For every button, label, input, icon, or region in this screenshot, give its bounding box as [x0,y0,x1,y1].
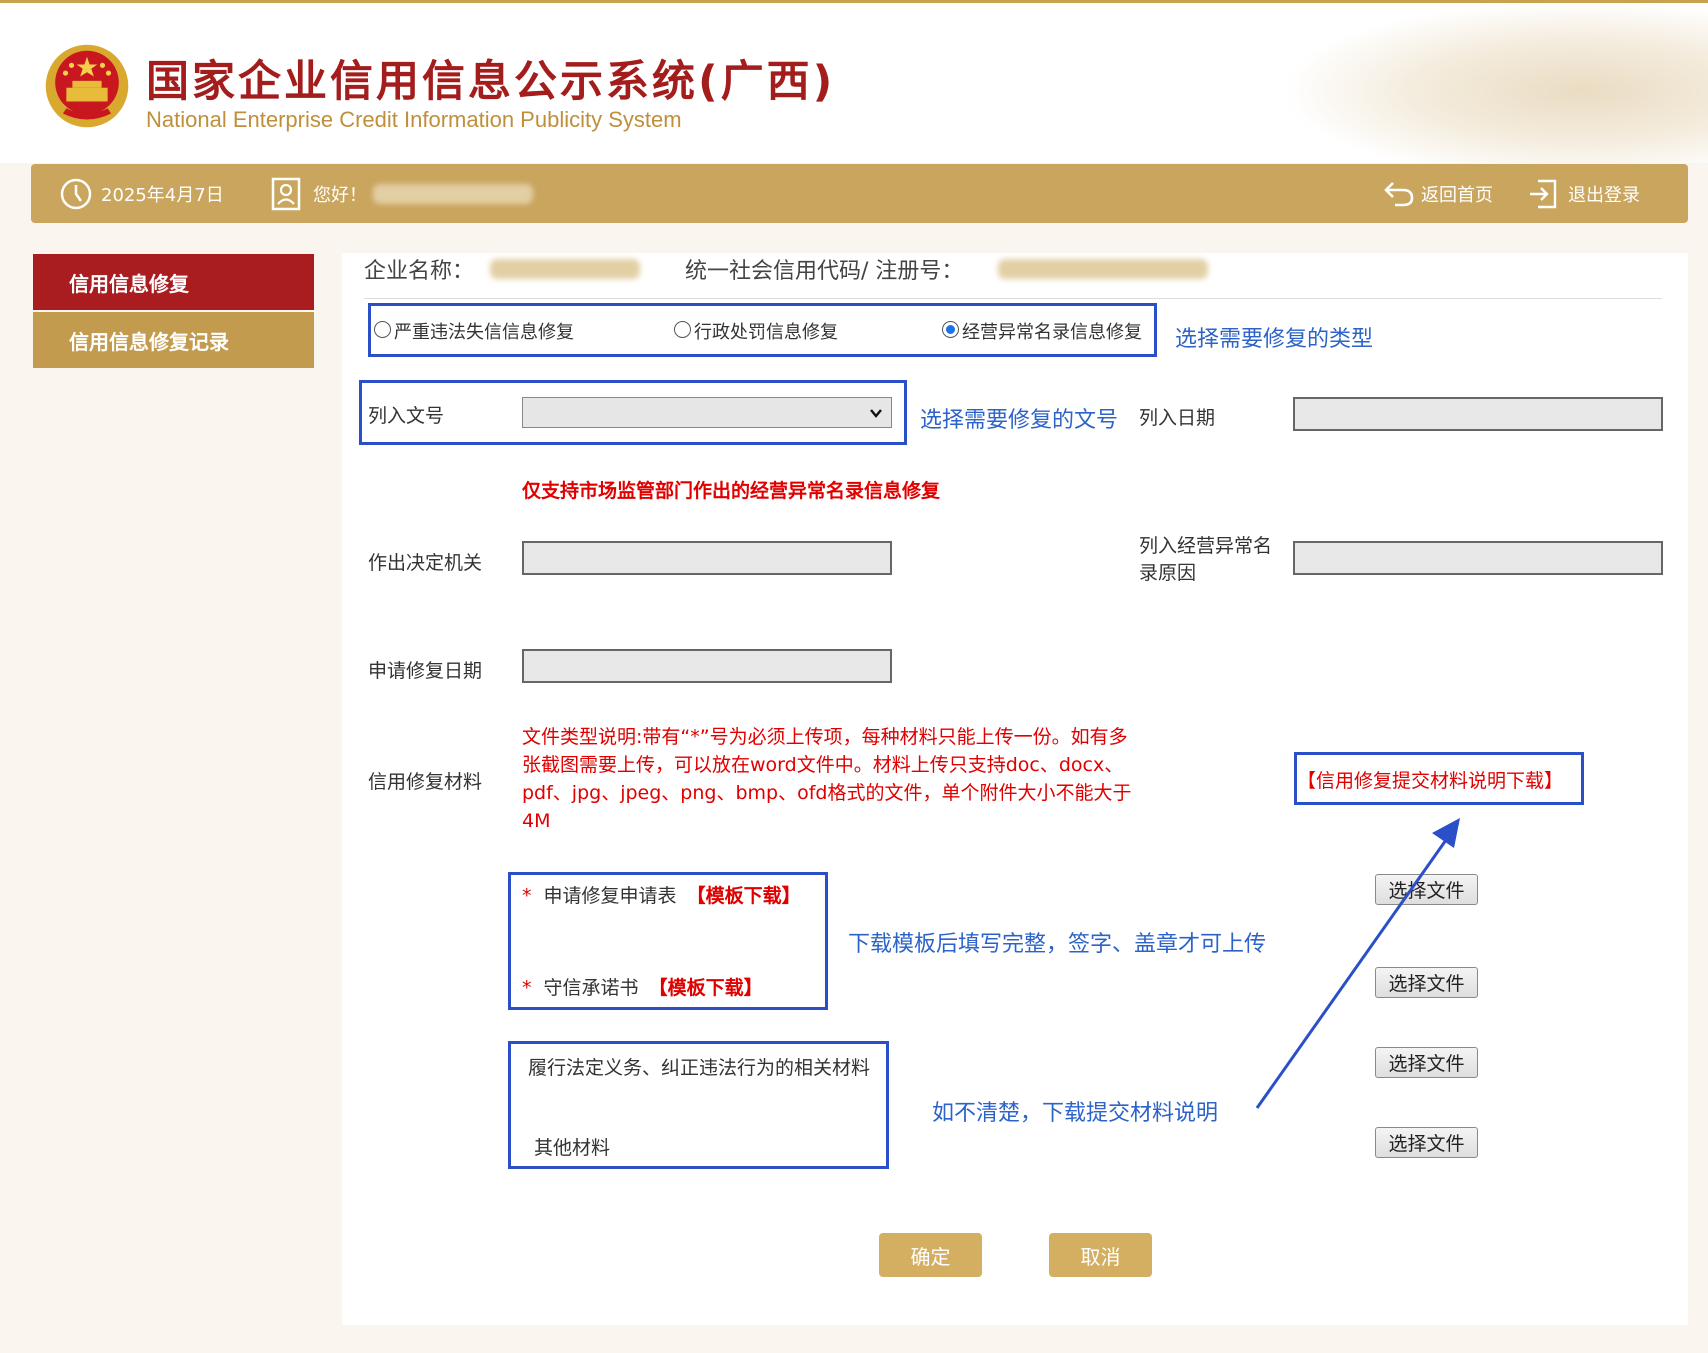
top-bar: 2025年4月7日 您好！ 返回首页 退出登录 [31,164,1688,223]
company-name-label: 企业名称： [364,259,475,284]
download-guide-link[interactable]: 【信用修复提交材料说明下载】 [1297,766,1563,793]
radio-serious-violation[interactable] [374,321,391,338]
divider [364,298,1662,299]
site-title: 国家企业信用信息公示系统(广西) [146,57,836,107]
main-panel: 企业名称： 统一社会信用代码/ 注册号： 严重违法失信信息修复 行政处罚信息修复… [342,253,1688,1325]
site-header: 国家企业信用信息公示系统(广西) National Enterprise Cre… [0,3,1708,163]
current-date: 2025年4月7日 [101,184,224,206]
material-application-form: * 申请修复申请表 【模板下载】 [522,881,801,908]
confirm-button[interactable]: 确定 [879,1233,982,1277]
choose-file-button-application[interactable]: 选择文件 [1375,874,1478,905]
greeting-text: 您好！ [313,184,367,206]
template-download-link[interactable]: 【模板下载】 [649,977,763,999]
sidebar-item-credit-repair[interactable]: 信用信息修复 [33,254,314,310]
radio-abnormal-operation[interactable] [942,321,959,338]
required-star: * [522,885,532,907]
choose-file-button-corrective[interactable]: 选择文件 [1375,1047,1478,1078]
credit-code-redacted [998,259,1208,279]
user-badge-icon [271,177,301,210]
annotation-select-type: 选择需要修复的类型 [1175,327,1374,352]
radio-admin-penalty[interactable] [674,321,691,338]
mountain-decoration [1288,3,1708,163]
material-pledge-label: 守信承诺书 [543,977,639,999]
date-display: 2025年4月7日 [59,164,224,223]
username-redacted [373,183,533,204]
material-integrity-pledge: * 守信承诺书 【模板下载】 [522,973,763,1000]
listing-date-label: 列入日期 [1139,407,1216,429]
sidebar-item-repair-records[interactable]: 信用信息修复记录 [33,312,314,368]
radio-admin-penalty-label: 行政处罚信息修复 [694,322,838,343]
radio-abnormal-operation-label: 经营异常名录信息修复 [962,322,1142,343]
doc-number-label: 列入文号 [368,405,445,427]
material-corrective-label: 履行法定义务、纠正违法行为的相关材料 [528,1057,871,1079]
cancel-button[interactable]: 取消 [1049,1233,1152,1277]
reason-label: 列入经营异常名录原因 [1139,535,1273,584]
national-emblem-icon [45,44,129,128]
authority-field[interactable] [522,541,892,575]
radio-serious-violation-label: 严重违法失信信息修复 [394,322,574,343]
file-type-note: 文件类型说明:带有“*”号为必须上传项，每种材料只能上传一份。如有多张截图需要上… [522,726,1132,832]
template-download-link[interactable]: 【模板下载】 [687,885,801,907]
scope-notice: 仅支持市场监管部门作出的经营异常名录信息修复 [522,480,941,502]
user-greeting: 您好！ [271,164,533,223]
company-name-redacted [490,259,640,279]
annotation-download-hint: 如不清楚，下载提交材料说明 [932,1101,1219,1126]
site-subtitle: National Enterprise Credit Information P… [146,107,682,132]
materials-label: 信用修复材料 [368,771,483,793]
material-other-label: 其他材料 [534,1137,611,1159]
home-link[interactable]: 返回首页 [1383,164,1493,223]
chevron-down-icon [870,409,882,418]
authority-label: 作出决定机关 [368,552,483,574]
annotation-fill-template: 下载模板后填写完整，签字、盖章才可上传 [848,932,1267,957]
credit-code-label: 统一社会信用代码/ 注册号： [685,259,964,284]
clock-icon [60,178,92,209]
return-arrow-icon [1384,181,1414,206]
logout-label: 退出登录 [1568,184,1640,206]
annotation-select-doc: 选择需要修复的文号 [920,408,1119,433]
logout-icon [1530,179,1557,208]
sidebar: 信用信息修复 信用信息修复记录 [33,254,314,368]
choose-file-button-pledge[interactable]: 选择文件 [1375,967,1478,998]
logout-link[interactable]: 退出登录 [1528,164,1640,223]
reason-field[interactable] [1293,541,1663,575]
material-application-label: 申请修复申请表 [543,885,677,907]
doc-number-select[interactable] [522,397,892,428]
apply-date-field[interactable] [522,649,892,683]
home-label: 返回首页 [1421,184,1493,206]
choose-file-button-other[interactable]: 选择文件 [1375,1127,1478,1158]
listing-date-field[interactable] [1293,397,1663,431]
required-star: * [522,977,532,999]
apply-date-label: 申请修复日期 [368,660,483,682]
